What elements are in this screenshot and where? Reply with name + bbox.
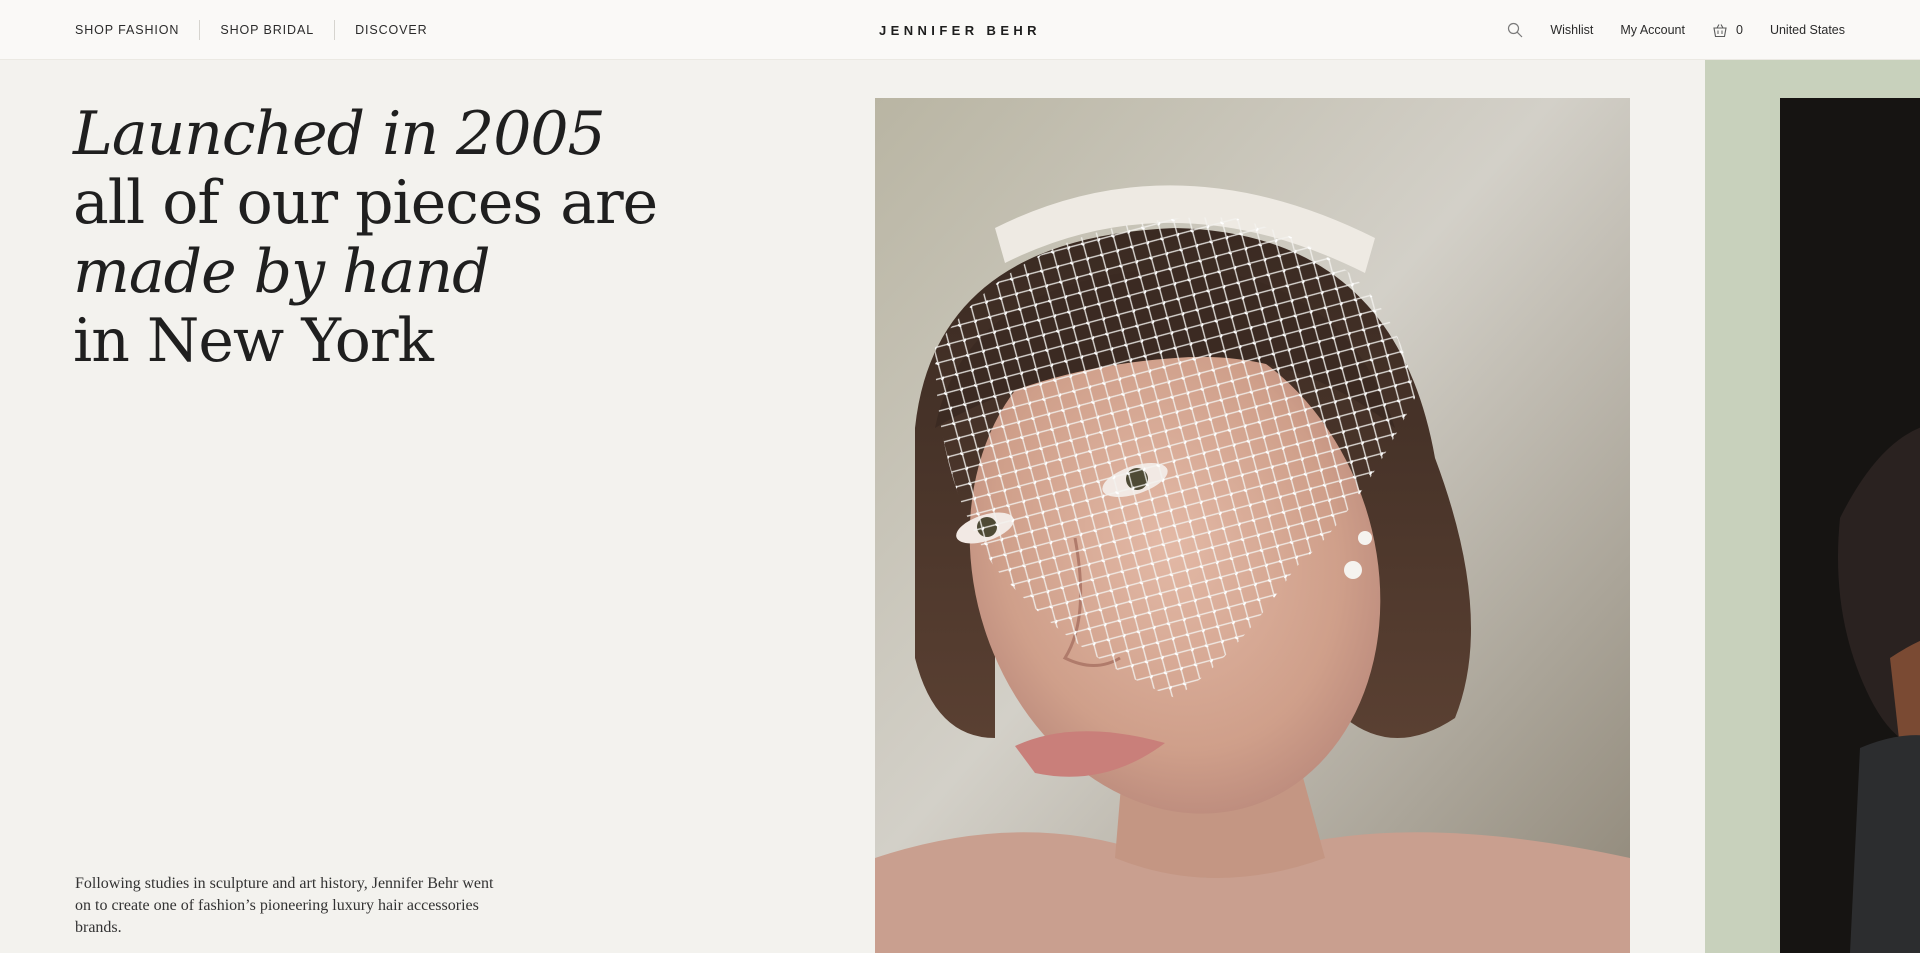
my-account-link[interactable]: My Account bbox=[1620, 23, 1685, 37]
primary-nav: SHOP FASHION SHOP BRIDAL DISCOVER bbox=[75, 0, 428, 60]
cart-button[interactable]: 0 bbox=[1712, 23, 1743, 38]
nav-link-shop-fashion[interactable]: SHOP FASHION bbox=[75, 23, 179, 37]
nav-divider bbox=[199, 20, 201, 40]
portrait-photo-birdcage-veil bbox=[875, 98, 1630, 953]
hero-line-pieces: all of our pieces are bbox=[73, 168, 658, 238]
cart-count: 0 bbox=[1736, 23, 1743, 37]
search-icon[interactable] bbox=[1507, 22, 1523, 38]
nav-link-shop-bridal[interactable]: SHOP BRIDAL bbox=[220, 23, 314, 37]
carousel-next-panel[interactable] bbox=[1705, 60, 1920, 953]
hero-line-handmade: made by hand bbox=[73, 237, 491, 307]
secondary-photo bbox=[1780, 98, 1920, 953]
region-selector[interactable]: United States bbox=[1770, 23, 1845, 37]
nav-link-discover[interactable]: DISCOVER bbox=[355, 23, 428, 37]
basket-icon bbox=[1712, 23, 1728, 38]
nav-divider bbox=[334, 20, 336, 40]
hero-line-new-york: in New York bbox=[73, 306, 434, 376]
utility-nav: Wishlist My Account 0 United States bbox=[1507, 0, 1845, 60]
wishlist-link[interactable]: Wishlist bbox=[1550, 23, 1593, 37]
top-navigation: SHOP FASHION SHOP BRIDAL DISCOVER JENNIF… bbox=[0, 0, 1920, 60]
brand-logo[interactable]: JENNIFER BEHR bbox=[879, 23, 1041, 38]
intro-paragraph: Following studies in sculpture and art h… bbox=[75, 875, 494, 936]
hero-headline: Launched in 2005 all of our pieces are m… bbox=[73, 99, 658, 376]
hero-line-launched: Launched in 2005 bbox=[73, 99, 606, 169]
